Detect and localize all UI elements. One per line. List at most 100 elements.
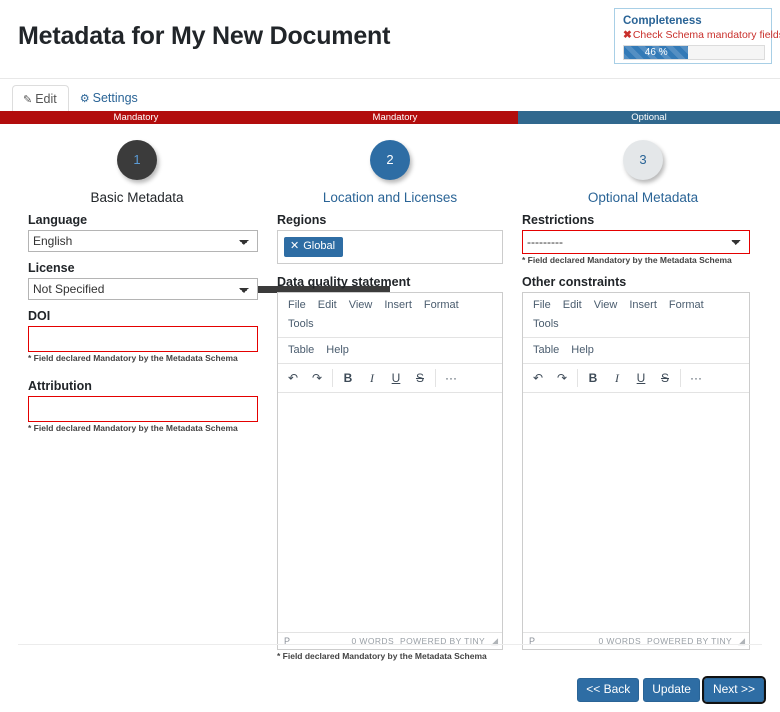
section-requirement-band: Mandatory Mandatory Optional <box>0 111 780 124</box>
step-2-circle[interactable]: 2 <box>370 140 410 180</box>
completeness-panel: Completeness ✖Check Schema mandatory fie… <box>614 8 780 64</box>
strikethrough-icon-right[interactable]: S <box>653 368 677 388</box>
toolbar-divider <box>332 369 333 387</box>
restrictions-label: Restrictions <box>522 213 595 227</box>
band-segment-location: Mandatory <box>272 111 518 124</box>
menu-table[interactable]: Table <box>282 341 320 360</box>
menu-edit[interactable]: Edit <box>312 296 343 315</box>
step-3-circle[interactable]: 3 <box>623 140 663 180</box>
menu-tools-right[interactable]: Tools <box>527 315 565 334</box>
more-icon-right[interactable]: ··· <box>684 368 708 388</box>
editor-status-bar-right: P 0 WORDS POWERED BY TINY ◢ <box>523 632 749 649</box>
step-basic-metadata[interactable]: 1 Basic Metadata <box>52 130 222 205</box>
close-icon[interactable]: ✕ <box>290 240 299 252</box>
tab-edit[interactable]: ✎ Edit <box>12 85 69 114</box>
middle-form-column: Regions ✕ Global Data quality statement F… <box>277 212 503 662</box>
region-tag-global[interactable]: ✕ Global <box>284 237 344 257</box>
step-2-label[interactable]: Location and Licenses <box>305 190 475 205</box>
gear-icon: ⚙ <box>79 93 90 105</box>
wizard-stepper: 1 Basic Metadata 2 Location and Licenses… <box>0 130 780 293</box>
regions-label: Regions <box>277 213 327 227</box>
right-form-column: Restrictions --------- * Field declared … <box>522 212 750 650</box>
editor-toolbar-right: ↶ ↷ B I U S ··· <box>523 364 749 393</box>
menu-format[interactable]: Format <box>418 296 465 315</box>
check-schema-label: Check Schema mandatory fields <box>632 29 780 41</box>
header-divider <box>0 78 780 79</box>
check-schema-link[interactable]: ✖Check Schema mandatory fields <box>623 29 780 42</box>
other-constraints-editor[interactable]: File Edit View Insert Format Tools Table… <box>522 292 750 650</box>
menu-view-right[interactable]: View <box>588 296 624 315</box>
step-1-circle[interactable]: 1 <box>117 140 157 180</box>
region-tag-label: Global <box>303 240 336 252</box>
step-1-label[interactable]: Basic Metadata <box>52 190 222 205</box>
band-segment-basic: Mandatory <box>0 111 272 124</box>
menu-file-right[interactable]: File <box>527 296 557 315</box>
data-quality-statement-editor[interactable]: File Edit View Insert Format Tools Table… <box>277 292 503 650</box>
data-quality-statement-label: Data quality statement <box>277 275 411 289</box>
menu-tools[interactable]: Tools <box>282 315 320 334</box>
toolbar-divider-2-right <box>680 369 681 387</box>
menu-format-right[interactable]: Format <box>663 296 710 315</box>
menu-file[interactable]: File <box>282 296 312 315</box>
page-title: Metadata for My New Document <box>18 22 391 50</box>
attribution-input[interactable] <box>28 396 258 422</box>
next-button[interactable]: Next >> <box>701 676 767 704</box>
band-segment-optional: Optional <box>518 111 780 124</box>
footer-actions: << Back Update Next >> <box>577 676 767 704</box>
step-location-and-licenses[interactable]: 2 Location and Licenses <box>305 130 475 205</box>
x-mark-icon: ✖ <box>623 29 632 41</box>
completeness-progress-bar: 46 % <box>623 45 765 60</box>
metadata-editor-page: Metadata for My New Document Completenes… <box>0 0 780 712</box>
step-optional-metadata[interactable]: 3 Optional Metadata <box>558 130 728 205</box>
strikethrough-icon[interactable]: S <box>408 368 432 388</box>
completeness-progress-fill: 46 % <box>624 46 689 59</box>
underline-icon-right[interactable]: U <box>629 368 653 388</box>
doi-input[interactable] <box>28 326 258 352</box>
menu-edit-right[interactable]: Edit <box>557 296 588 315</box>
editor-menubar-row-2-right: Table Help <box>523 338 749 364</box>
restrictions-select[interactable]: --------- <box>522 230 750 254</box>
step-3-label[interactable]: Optional Metadata <box>558 190 728 205</box>
license-select[interactable]: Not Specified <box>28 278 258 300</box>
menu-insert-right[interactable]: Insert <box>623 296 663 315</box>
tab-settings-label: Settings <box>92 91 138 105</box>
bold-icon[interactable]: B <box>336 368 360 388</box>
menu-table-right[interactable]: Table <box>527 341 565 360</box>
more-icon[interactable]: ··· <box>439 368 463 388</box>
editor-menubar-row-2: Table Help <box>278 338 502 364</box>
menu-help-right[interactable]: Help <box>565 341 600 360</box>
license-label: License <box>28 261 75 275</box>
tab-bar: ✎ Edit ⚙ Settings <box>12 84 150 114</box>
undo-icon-right[interactable]: ↶ <box>526 368 550 388</box>
doi-mandatory-note: * Field declared Mandatory by the Metada… <box>28 353 238 363</box>
doi-label: DOI <box>28 309 51 323</box>
data-quality-mandatory-note: * Field declared Mandatory by the Metada… <box>277 651 487 661</box>
attribution-mandatory-note: * Field declared Mandatory by the Metada… <box>28 423 238 433</box>
menu-help[interactable]: Help <box>320 341 355 360</box>
tab-edit-label: Edit <box>35 92 57 106</box>
menu-insert[interactable]: Insert <box>378 296 418 315</box>
language-select[interactable]: English <box>28 230 258 252</box>
language-label: Language <box>28 213 88 227</box>
bold-icon-right[interactable]: B <box>581 368 605 388</box>
italic-icon-right[interactable]: I <box>605 368 629 388</box>
editor-content-area[interactable] <box>278 393 502 632</box>
toolbar-divider-right <box>577 369 578 387</box>
editor-toolbar: ↶ ↷ B I U S ··· <box>278 364 502 393</box>
italic-icon[interactable]: I <box>360 368 384 388</box>
redo-icon[interactable]: ↷ <box>305 368 329 388</box>
editor-menubar-row-1-right: File Edit View Insert Format Tools <box>523 293 749 338</box>
menu-view[interactable]: View <box>343 296 379 315</box>
underline-icon[interactable]: U <box>384 368 408 388</box>
update-button[interactable]: Update <box>643 678 700 702</box>
regions-tag-input[interactable]: ✕ Global <box>277 230 503 264</box>
tab-settings[interactable]: ⚙ Settings <box>69 84 150 113</box>
undo-icon[interactable]: ↶ <box>281 368 305 388</box>
completeness-title: Completeness <box>623 15 702 27</box>
toolbar-divider-2 <box>435 369 436 387</box>
editor-content-area-right[interactable] <box>523 393 749 632</box>
back-button[interactable]: << Back <box>577 678 640 702</box>
left-form-column: Language English License Not Specified D… <box>28 212 258 434</box>
pencil-icon: ✎ <box>23 94 33 106</box>
redo-icon-right[interactable]: ↷ <box>550 368 574 388</box>
